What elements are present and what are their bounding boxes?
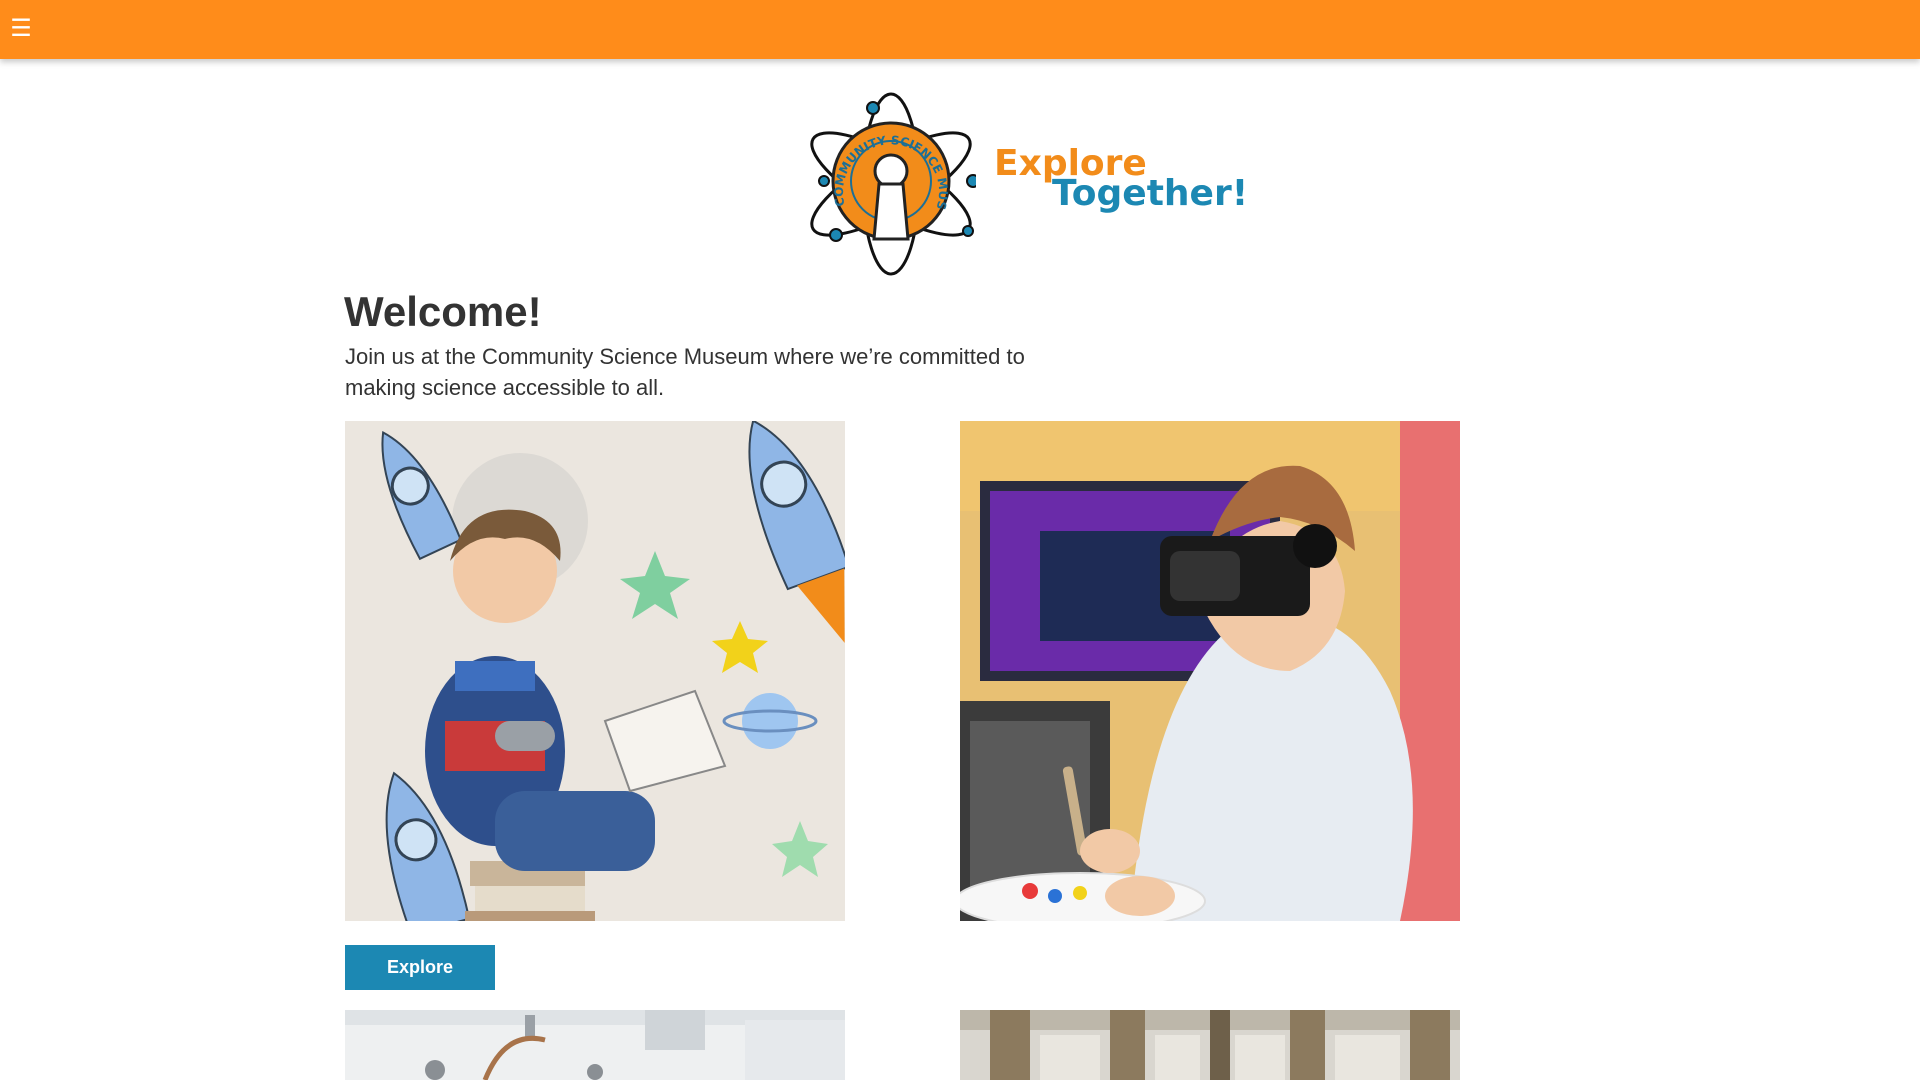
atom-keyhole-logo-icon: COMMUNITY SCIENCE MUSEUM <box>806 89 976 276</box>
ornate-hall-image[interactable] <box>960 1010 1460 1080</box>
welcome-heading: Welcome! <box>344 288 542 335</box>
hamburger-menu-icon[interactable]: ☰ <box>10 14 32 44</box>
museum-interior-photo <box>345 1010 845 1080</box>
welcome-paragraph: Join us at the Community Science Museum … <box>345 344 1025 400</box>
museum-interior-image[interactable] <box>345 1010 845 1080</box>
vr-painter-photo <box>960 421 1460 921</box>
vr-painter-image[interactable] <box>960 421 1460 921</box>
child-reading-image[interactable] <box>345 421 845 921</box>
top-nav-bar: ☰ <box>0 0 1920 59</box>
site-logo[interactable]: COMMUNITY SCIENCE MUSEUM Explore Togethe… <box>806 89 1248 279</box>
logo-tagline: Explore Together! <box>994 143 1248 223</box>
child-reading-illustration <box>345 421 845 921</box>
explore-button[interactable]: Explore <box>345 945 495 990</box>
tagline-together: Together! <box>1052 173 1249 214</box>
ornate-hall-photo <box>960 1010 1460 1080</box>
